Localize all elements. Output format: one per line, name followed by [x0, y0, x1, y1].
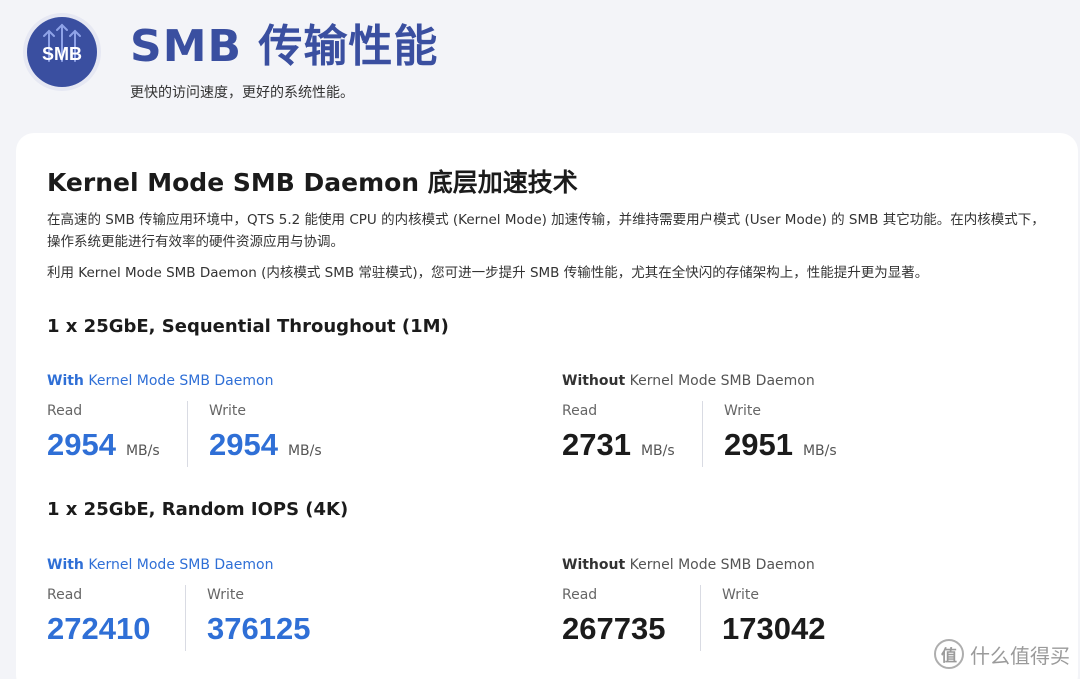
description-paragraph-1: 在高速的 SMB 传输应用环境中，QTS 5.2 能使用 CPU 的内核模式 (… [47, 212, 1045, 250]
page-title: SMB 传输性能 [130, 21, 439, 72]
watermark-logo-icon: 值 [934, 639, 964, 669]
page-subtitle: 更快的访问速度，更好的系统性能。 [130, 85, 354, 101]
with-prefix: With [47, 557, 84, 573]
section-title: Kernel Mode SMB Daemon 底层加速技术 [47, 168, 578, 197]
logo-text: SMB [42, 43, 82, 64]
without-suffix: Kernel Mode SMB Daemon [625, 557, 815, 573]
write-value: 2951 [724, 427, 793, 462]
read-label: Read [47, 403, 83, 419]
with-read-metric: Read 2954 MB/s [47, 403, 160, 463]
without-daemon-label: Without Kernel Mode SMB Daemon [562, 557, 815, 573]
read-label: Read [562, 587, 598, 603]
without-read-metric: Read 2731 MB/s [562, 403, 675, 463]
with-suffix: Kernel Mode SMB Daemon [83, 373, 274, 389]
with-daemon-label: With Kernel Mode SMB Daemon [47, 557, 273, 573]
write-label: Write [724, 403, 761, 419]
without-daemon-label: Without Kernel Mode SMB Daemon [562, 373, 815, 389]
with-prefix: With [47, 373, 84, 389]
read-unit: MB/s [640, 443, 675, 459]
without-write-metric: Write 2951 MB/s [724, 403, 837, 463]
read-value: 2954 [47, 427, 116, 462]
description-paragraph-2: 利用 Kernel Mode SMB Daemon (内核模式 SMB 常驻模式… [47, 265, 929, 281]
without-suffix: Kernel Mode SMB Daemon [625, 373, 815, 389]
benchmark-title-sequential: 1 x 25GbE, Sequential Throughout (1M) [47, 316, 449, 337]
with-write-metric: Write 2954 MB/s [209, 403, 322, 463]
write-unit: MB/s [287, 443, 322, 459]
without-read-metric: Read 267735 [562, 587, 665, 647]
read-value: 272410 [47, 611, 151, 646]
metric-divider [700, 585, 701, 651]
write-value: 2954 [209, 427, 278, 462]
read-label: Read [562, 403, 598, 419]
write-unit: MB/s [802, 443, 837, 459]
write-value: 376125 [207, 611, 311, 646]
watermark-text: 什么值得买 [970, 643, 1070, 668]
read-value: 267735 [562, 611, 666, 646]
write-value: 173042 [722, 611, 826, 646]
read-label: Read [47, 587, 83, 603]
smb-logo: SMB [23, 13, 101, 91]
site-watermark: 值 什么值得买 [934, 639, 1070, 669]
with-read-metric: Read 272410 [47, 587, 150, 647]
without-prefix: Without [562, 373, 626, 389]
benchmark-title-random-iops: 1 x 25GbE, Random IOPS (4K) [47, 499, 349, 520]
metric-divider [702, 401, 703, 467]
without-write-metric: Write 173042 [722, 587, 825, 647]
read-unit: MB/s [125, 443, 160, 459]
smb-logo-badge: SMB [27, 17, 97, 87]
metric-divider [187, 401, 188, 467]
content-card: Kernel Mode SMB Daemon 底层加速技术 在高速的 SMB 传… [16, 133, 1078, 679]
with-daemon-label: With Kernel Mode SMB Daemon [47, 373, 273, 389]
page-header: SMB SMB 传输性能 更快的访问速度，更好的系统性能。 [0, 0, 1080, 130]
write-label: Write [207, 587, 244, 603]
write-label: Write [209, 403, 246, 419]
with-write-metric: Write 376125 [207, 587, 310, 647]
metric-divider [185, 585, 186, 651]
read-value: 2731 [562, 427, 631, 462]
with-suffix: Kernel Mode SMB Daemon [83, 557, 274, 573]
without-prefix: Without [562, 557, 626, 573]
write-label: Write [722, 587, 759, 603]
